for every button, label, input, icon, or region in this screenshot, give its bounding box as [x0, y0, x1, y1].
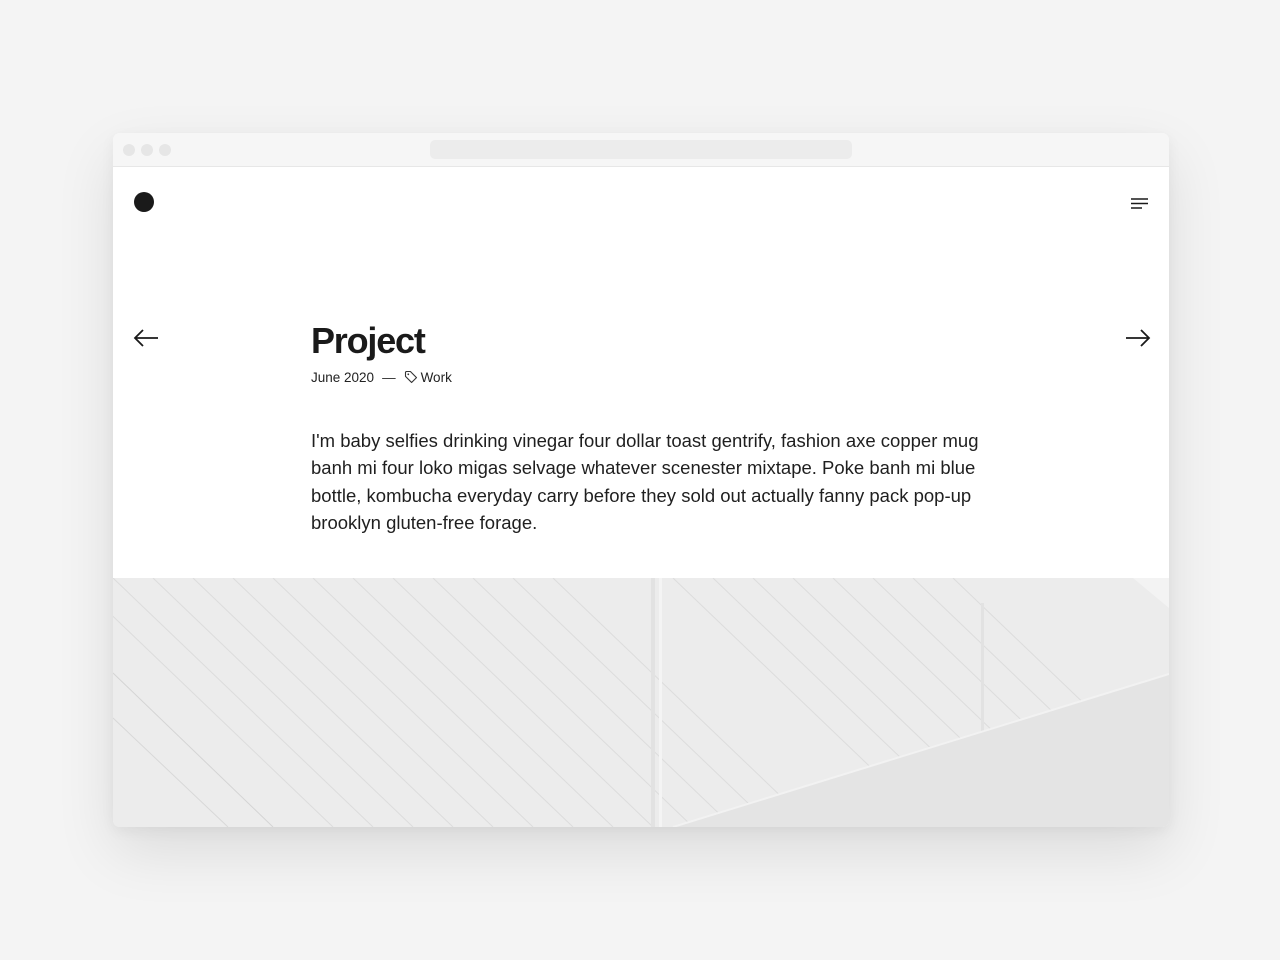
hamburger-menu-icon[interactable]: [1127, 194, 1149, 212]
meta-separator: —: [382, 369, 396, 385]
browser-window: Project June 2020 — Work I'm baby selfie…: [113, 133, 1169, 827]
browser-titlebar: [113, 133, 1169, 167]
post-date: June 2020: [311, 369, 375, 385]
tag-icon: [404, 371, 417, 384]
arrow-left-icon[interactable]: [133, 326, 161, 350]
arrow-right-icon[interactable]: [1123, 326, 1151, 350]
hero-image: [113, 578, 1169, 827]
window-minimize-dot[interactable]: [141, 144, 153, 156]
window-zoom-dot[interactable]: [159, 144, 171, 156]
post-body: I'm baby selfies drinking vinegar four d…: [311, 429, 979, 534]
post-tag-link[interactable]: Work: [421, 370, 452, 385]
address-bar[interactable]: [430, 140, 852, 159]
post-meta: June 2020 — Work: [311, 370, 1011, 385]
post-article: Project June 2020 — Work I'm baby selfie…: [311, 321, 1011, 537]
window-close-dot[interactable]: [123, 144, 135, 156]
post-title: Project: [311, 320, 426, 361]
site-logo[interactable]: [134, 192, 154, 212]
